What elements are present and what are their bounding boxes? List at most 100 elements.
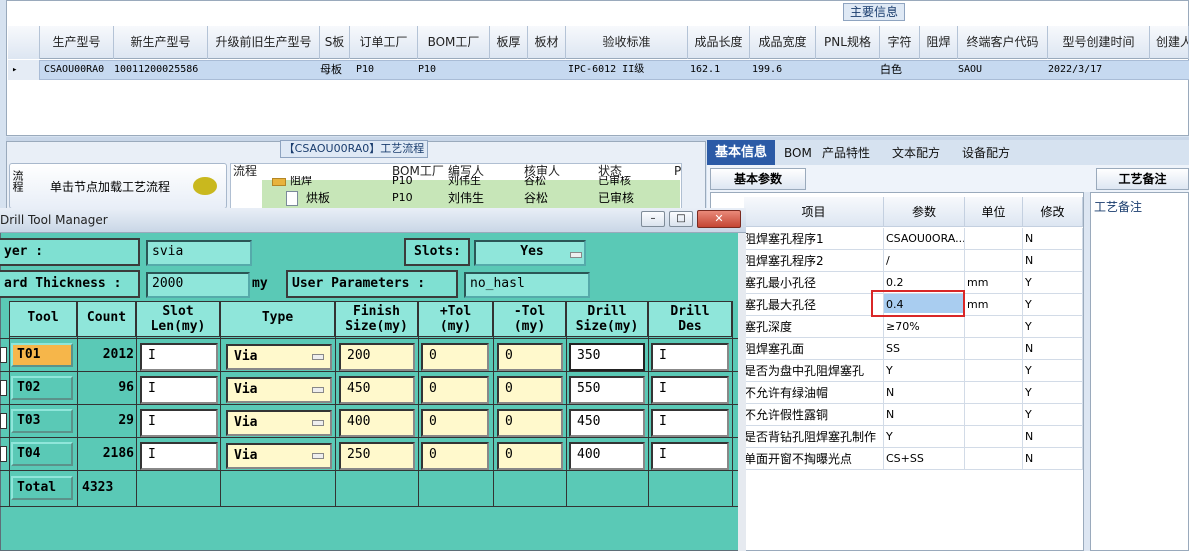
param-mod-cell[interactable]: Y bbox=[1023, 382, 1083, 404]
minus-tol-input[interactable]: 0 bbox=[497, 409, 563, 437]
slot-len-input[interactable]: I bbox=[140, 409, 218, 437]
cell-solder-mask[interactable]: 白色 bbox=[880, 61, 902, 79]
param-unit-cell[interactable] bbox=[965, 338, 1023, 360]
slot-len-input[interactable]: I bbox=[140, 343, 218, 371]
cell-order-factory[interactable]: P10 bbox=[356, 61, 374, 79]
window-titlebar[interactable] bbox=[0, 208, 746, 233]
param-mod-cell[interactable]: N bbox=[1023, 228, 1083, 250]
param-unit-cell[interactable]: mm bbox=[965, 272, 1023, 294]
minus-tol-input[interactable]: 0 bbox=[497, 376, 563, 404]
tab-product-features[interactable]: 产品特性 bbox=[822, 142, 870, 164]
type-dropdown-icon[interactable] bbox=[312, 387, 324, 393]
param-item-cell[interactable]: 塞孔最大孔径 bbox=[744, 294, 884, 316]
tab-bom[interactable]: BOM bbox=[784, 142, 812, 164]
col-header-thickness[interactable]: 板厚 bbox=[490, 26, 528, 59]
tab-process-notes[interactable]: 工艺备注 bbox=[1096, 168, 1189, 190]
param-mod-cell[interactable]: Y bbox=[1023, 272, 1083, 294]
param-unit-cell[interactable] bbox=[965, 404, 1023, 426]
param-item-cell[interactable]: 是否背钻孔阻焊塞孔制作 bbox=[744, 426, 884, 448]
cell-width[interactable]: 199.6 bbox=[752, 61, 782, 79]
cell-bom-factory[interactable]: P10 bbox=[418, 61, 436, 79]
param-value-cell[interactable]: ≥70% bbox=[884, 316, 965, 338]
param-mod-cell[interactable]: N bbox=[1023, 426, 1083, 448]
param-header-mod[interactable]: 修改 bbox=[1023, 197, 1083, 227]
param-item-cell[interactable]: 不允许有绿油帽 bbox=[744, 382, 884, 404]
minus-tol-input[interactable]: 0 bbox=[497, 442, 563, 470]
col-header-material[interactable]: 板材 bbox=[528, 26, 566, 59]
finish-size-input[interactable]: 450 bbox=[339, 376, 415, 404]
plus-tol-input[interactable]: 0 bbox=[421, 343, 489, 371]
minimize-button[interactable]: – bbox=[641, 211, 665, 227]
tool-button-t03[interactable]: T03 bbox=[11, 409, 73, 433]
col-header-order-factory[interactable]: 订单工厂 bbox=[350, 26, 418, 59]
param-value-cell[interactable]: Y bbox=[884, 426, 965, 448]
cell-s-board[interactable]: 母板 bbox=[320, 61, 342, 79]
param-value-cell[interactable]: N bbox=[884, 404, 965, 426]
tree-header-flow[interactable]: 流程 bbox=[233, 163, 257, 180]
col-header-old-model[interactable]: 升级前旧生产型号 bbox=[208, 26, 320, 59]
param-header-unit[interactable]: 单位 bbox=[965, 197, 1023, 227]
param-item-cell[interactable]: 阻焊塞孔面 bbox=[744, 338, 884, 360]
drill-size-input[interactable]: 400 bbox=[569, 442, 645, 470]
drill-size-input[interactable]: 550 bbox=[569, 376, 645, 404]
tree-header-p[interactable]: P bbox=[674, 163, 681, 180]
param-value-cell[interactable]: Y bbox=[884, 360, 965, 382]
close-button[interactable]: ✕ bbox=[697, 210, 741, 228]
param-value-cell[interactable]: N bbox=[884, 382, 965, 404]
tree-row-1-name[interactable]: 阻焊 bbox=[290, 176, 312, 186]
col-header-width[interactable]: 成品宽度 bbox=[750, 26, 816, 59]
param-item-cell[interactable]: 不允许假性露铜 bbox=[744, 404, 884, 426]
finish-size-input[interactable]: 400 bbox=[339, 409, 415, 437]
slot-len-input[interactable]: I bbox=[140, 376, 218, 404]
drill-size-input[interactable]: 350 bbox=[569, 343, 645, 371]
param-unit-cell[interactable] bbox=[965, 360, 1023, 382]
drill-des-input[interactable]: I bbox=[651, 409, 729, 437]
cell-acceptance[interactable]: IPC-6012 II级 bbox=[568, 61, 644, 79]
cell-new-model[interactable]: 10011200025586 bbox=[114, 61, 198, 79]
tool-button-t04[interactable]: T04 bbox=[11, 442, 73, 466]
tab-equipment-recipe[interactable]: 设备配方 bbox=[962, 142, 1010, 164]
drill-size-input[interactable]: 450 bbox=[569, 409, 645, 437]
col-header-creator[interactable]: 创建人 bbox=[1150, 26, 1189, 59]
col-header-bom-factory[interactable]: BOM工厂 bbox=[418, 26, 490, 59]
user-params-field[interactable]: no_hasl bbox=[464, 272, 590, 298]
param-mod-cell[interactable]: Y bbox=[1023, 360, 1083, 382]
param-unit-cell[interactable] bbox=[965, 250, 1023, 272]
col-header-length[interactable]: 成品长度 bbox=[688, 26, 750, 59]
param-unit-cell[interactable] bbox=[965, 316, 1023, 338]
param-unit-cell[interactable] bbox=[965, 426, 1023, 448]
col-header-production-model[interactable]: 生产型号 bbox=[40, 26, 114, 59]
param-value-cell[interactable]: SS bbox=[884, 338, 965, 360]
param-item-cell[interactable]: 阻焊塞孔程序2 bbox=[744, 250, 884, 272]
param-unit-cell[interactable] bbox=[965, 448, 1023, 470]
param-header-value[interactable]: 参数 bbox=[884, 197, 965, 227]
type-dropdown-icon[interactable] bbox=[312, 420, 324, 426]
param-mod-cell[interactable]: Y bbox=[1023, 316, 1083, 338]
param-value-cell[interactable]: CSAOU0ORA... bbox=[884, 228, 965, 250]
col-header-solder-mask[interactable]: 阻焊 bbox=[920, 26, 958, 59]
param-unit-cell[interactable] bbox=[965, 382, 1023, 404]
param-mod-cell[interactable]: Y bbox=[1023, 404, 1083, 426]
param-mod-cell[interactable]: Y bbox=[1023, 294, 1083, 316]
plus-tol-input[interactable]: 0 bbox=[421, 376, 489, 404]
board-thickness-field[interactable]: 2000 bbox=[146, 272, 250, 298]
drill-des-input[interactable]: I bbox=[651, 442, 729, 470]
slots-dropdown-icon[interactable] bbox=[570, 252, 582, 258]
col-header-char[interactable]: 字符 bbox=[880, 26, 920, 59]
col-header-pnl[interactable]: PNL规格 bbox=[816, 26, 880, 59]
cell-created-time[interactable]: 2022/3/17 bbox=[1048, 61, 1102, 79]
param-item-cell[interactable]: 阻焊塞孔程序1 bbox=[744, 228, 884, 250]
col-header-new-model[interactable]: 新生产型号 bbox=[114, 26, 208, 59]
param-item-cell[interactable]: 单面开窗不掏曝光点 bbox=[744, 448, 884, 470]
param-mod-cell[interactable]: N bbox=[1023, 448, 1083, 470]
drill-des-input[interactable]: I bbox=[651, 343, 729, 371]
type-dropdown-icon[interactable] bbox=[312, 453, 324, 459]
col-header-customer-code[interactable]: 终端客户代码 bbox=[958, 26, 1048, 59]
param-unit-cell[interactable]: mm bbox=[965, 294, 1023, 316]
finish-size-input[interactable]: 250 bbox=[339, 442, 415, 470]
col-header-created-time[interactable]: 型号创建时间 bbox=[1048, 26, 1150, 59]
plus-tol-input[interactable]: 0 bbox=[421, 409, 489, 437]
type-dropdown-icon[interactable] bbox=[312, 354, 324, 360]
plus-tol-input[interactable]: 0 bbox=[421, 442, 489, 470]
tab-text-recipe[interactable]: 文本配方 bbox=[892, 142, 940, 164]
